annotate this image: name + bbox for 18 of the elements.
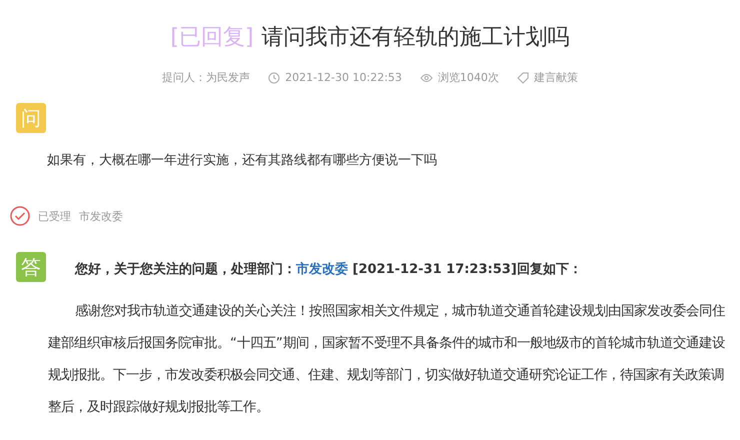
eye-icon xyxy=(420,72,433,82)
status-text: 已受理 xyxy=(38,208,71,224)
status-label: [已回复] xyxy=(170,24,254,52)
question-title: 请问我市还有轻轨的施工计划吗 xyxy=(262,24,570,52)
asker-text: 提问人：为民发声 xyxy=(162,70,250,85)
answer-badge: 答 xyxy=(16,252,46,282)
answer-text: 感谢您对我市轨道交通建设的关心关注！按照国家相关文件规定，城市轨道交通首轮建设规划由国家发改委会同住建部组织审核后报国务院审批。“十四五”期间，国家暂不受理不具备条件的城市和一般地级市的首轮城市轨道交通建设规划报批。下一步，市发改委积极会同交通、住建、规划等部门，切实做好轨道交通研究论证工作，待国家有关政策调整后，及时跟踪做好规划报批等工作。 xyxy=(48,302,726,417)
question-text: 如果有，大概在哪一年进行实施，还有其路线都有哪些方便说一下吗 xyxy=(47,152,438,170)
check-circle-icon xyxy=(10,206,30,226)
tag-icon xyxy=(516,72,529,84)
view-count: 浏览1040次 xyxy=(438,70,499,85)
clock-icon xyxy=(268,72,280,84)
answer-heading: 您好，关于您关注的问题，处理部门：市发改委 [2021-12-31 17:23:53]回复如下： xyxy=(75,260,582,279)
question-badge: 问 xyxy=(16,103,46,133)
post-time: 2021-12-30 10:22:53 xyxy=(285,71,402,84)
department-link[interactable]: 市发改委 xyxy=(296,262,348,277)
category-label: 建言献策 xyxy=(534,70,578,85)
department-text: 市发改委 xyxy=(79,208,123,224)
